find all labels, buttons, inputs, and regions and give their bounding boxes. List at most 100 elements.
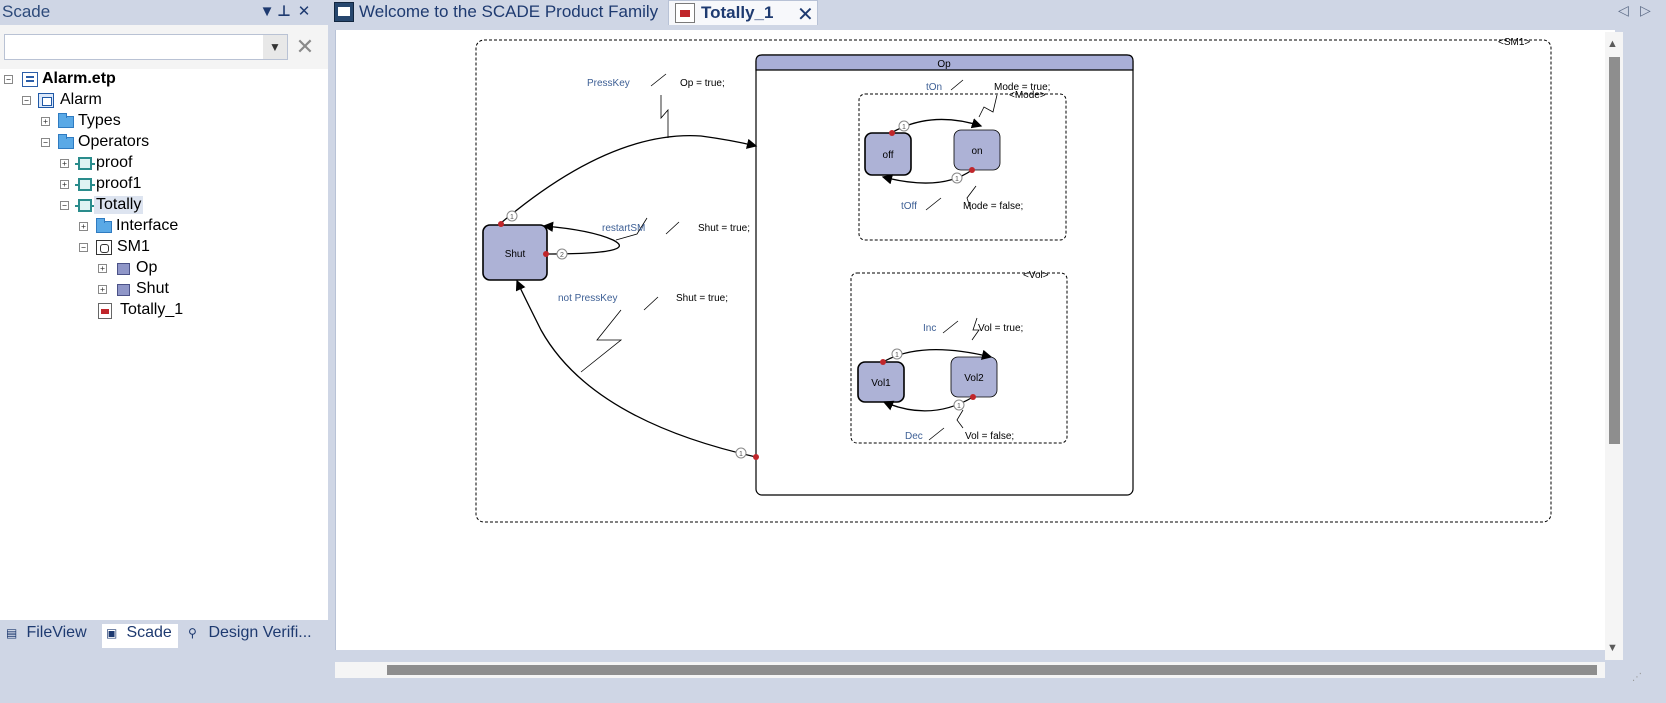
svg-text:1: 1 xyxy=(510,214,514,221)
scroll-up-icon[interactable]: ▲ xyxy=(1607,38,1618,50)
collapse-icon[interactable]: − xyxy=(60,201,69,210)
verifier-icon: ⚲ xyxy=(188,626,197,640)
tab-fileview[interactable]: ▤ FileView xyxy=(6,624,91,648)
state-vol1[interactable]: Vol1 xyxy=(857,361,905,403)
collapse-icon[interactable]: − xyxy=(41,138,50,147)
state-icon xyxy=(117,263,130,275)
package-icon xyxy=(38,93,54,108)
op-title: Op xyxy=(937,59,951,70)
svg-text:1: 1 xyxy=(739,451,743,458)
collapse-icon[interactable]: − xyxy=(4,75,13,84)
state-on[interactable]: on xyxy=(953,129,1001,171)
svg-text:Vol = true;: Vol = true; xyxy=(978,323,1023,334)
shut-label: Shut xyxy=(505,249,526,260)
collapse-icon[interactable]: − xyxy=(22,96,31,105)
diagram-tab-icon xyxy=(675,3,695,23)
vertical-scrollbar[interactable]: ▲ ▼ xyxy=(1605,32,1623,660)
operator-icon xyxy=(75,178,95,191)
close-pane-icon[interactable]: ✕ xyxy=(294,2,314,22)
open-folder-icon xyxy=(58,134,74,149)
expand-icon[interactable]: + xyxy=(60,180,69,189)
state-off[interactable]: off xyxy=(864,132,912,176)
vol1-label: Vol1 xyxy=(871,378,891,389)
operator-icon xyxy=(75,157,95,170)
resize-grip-icon[interactable]: ⋰ xyxy=(1632,672,1642,683)
tree-item-label: Totally_1 xyxy=(120,301,184,318)
scroll-tabs-left-icon[interactable]: ◁ xyxy=(1618,2,1629,19)
svg-text:1: 1 xyxy=(895,352,899,359)
horizontal-scroll-thumb[interactable] xyxy=(387,665,1597,675)
svg-text:Vol = false;: Vol = false; xyxy=(965,431,1014,442)
search-bar: ▼ ✕ xyxy=(0,25,328,69)
scroll-down-icon[interactable]: ▼ xyxy=(1607,642,1618,654)
tree-item-label: proof1 xyxy=(96,175,142,192)
svg-text:1: 1 xyxy=(957,403,961,410)
pane-bottom-tabs: ▤ FileView ▣ Scade ⚲ Design Verifi... xyxy=(0,620,328,650)
operator-icon xyxy=(75,199,95,212)
state-machine-icon xyxy=(96,240,112,255)
state-icon xyxy=(117,284,130,296)
close-tab-icon[interactable]: ✕ xyxy=(797,2,814,27)
svg-text:Shut = true;: Shut = true; xyxy=(676,293,728,304)
document-tab-bar: Welcome to the SCADE Product Family Tota… xyxy=(328,0,1666,27)
welcome-page-icon xyxy=(334,2,354,22)
collapse-icon[interactable]: − xyxy=(79,243,88,252)
expand-icon[interactable]: + xyxy=(60,159,69,168)
clear-search-icon[interactable]: ✕ xyxy=(292,34,318,60)
pane-title: Scade xyxy=(2,2,51,21)
fileview-icon: ▤ xyxy=(6,626,18,640)
state-vol2[interactable]: Vol2 xyxy=(950,356,998,398)
search-dropdown-icon[interactable]: ▼ xyxy=(263,35,287,59)
diagram-canvas[interactable]: <SM1> Op <Mode> <Vol> Shut off on Vol1 V… xyxy=(335,30,1615,650)
tab-label: Design Verifi... xyxy=(208,624,312,641)
vertical-scroll-thumb[interactable] xyxy=(1609,57,1620,444)
expand-icon[interactable]: + xyxy=(98,264,107,273)
pin-icon[interactable]: ⊥ xyxy=(274,2,294,22)
horizontal-scrollbar[interactable] xyxy=(335,662,1605,678)
tab-label: Welcome to the SCADE Product Family xyxy=(359,2,659,21)
svg-text:Shut = true;: Shut = true; xyxy=(698,223,750,234)
tab-design-verifier[interactable]: ⚲ Design Verifi... xyxy=(188,624,312,648)
vol-label: <Vol> xyxy=(1023,270,1049,281)
svg-text:Mode = false;: Mode = false; xyxy=(963,201,1023,212)
svg-text:Inc: Inc xyxy=(923,323,936,334)
scade-icon: ▣ xyxy=(106,626,118,640)
expand-icon[interactable]: + xyxy=(79,222,88,231)
svg-text:not PressKey: not PressKey xyxy=(558,293,617,304)
svg-text:1: 1 xyxy=(902,124,906,131)
state-op[interactable]: Op xyxy=(755,54,1134,496)
svg-text:tOn: tOn xyxy=(926,82,942,93)
svg-text:Op = true;: Op = true; xyxy=(680,78,725,89)
tree-item-label: Op xyxy=(136,259,158,276)
on-label: on xyxy=(971,146,982,157)
tree-item-label: Operators xyxy=(78,133,150,150)
search-input[interactable] xyxy=(4,34,288,60)
state-shut[interactable]: Shut xyxy=(482,224,548,281)
tree-item-label: Interface xyxy=(116,217,179,234)
svg-text:Mode = true;: Mode = true; xyxy=(994,82,1050,93)
tab-label: FileView xyxy=(26,624,87,641)
svg-text:Dec: Dec xyxy=(905,431,923,442)
pane-title-bar: Scade ▼ ⊥ ✕ xyxy=(0,0,328,25)
tab-label: Scade xyxy=(126,624,172,641)
svg-text:2: 2 xyxy=(560,252,564,259)
folder-icon xyxy=(96,218,112,233)
tab-scade[interactable]: ▣ Scade xyxy=(102,624,178,648)
vol2-label: Vol2 xyxy=(964,373,984,384)
scade-workspace-pane: Scade ▼ ⊥ ✕ ▼ ✕ − Alarm.etp − Alarm + Ty… xyxy=(0,0,328,703)
tab-welcome[interactable]: Welcome to the SCADE Product Family xyxy=(334,0,664,25)
svg-text:restartSM: restartSM xyxy=(602,223,645,234)
expand-icon[interactable]: + xyxy=(41,117,50,126)
sm1-label: <SM1> xyxy=(1498,37,1530,48)
project-file-icon xyxy=(22,72,38,87)
expand-icon[interactable]: + xyxy=(98,285,107,294)
off-label: off xyxy=(883,150,894,161)
tree-item-label: proof xyxy=(96,154,133,171)
folder-icon xyxy=(58,113,74,128)
svg-text:tOff: tOff xyxy=(901,201,917,212)
tab-totally-1[interactable]: Totally_1 ✕ xyxy=(668,0,818,27)
tree-item-label: SM1 xyxy=(117,238,150,255)
tree-item-label: Totally xyxy=(94,196,144,214)
diagram-icon xyxy=(98,303,112,319)
scroll-tabs-right-icon[interactable]: ▷ xyxy=(1640,2,1651,19)
